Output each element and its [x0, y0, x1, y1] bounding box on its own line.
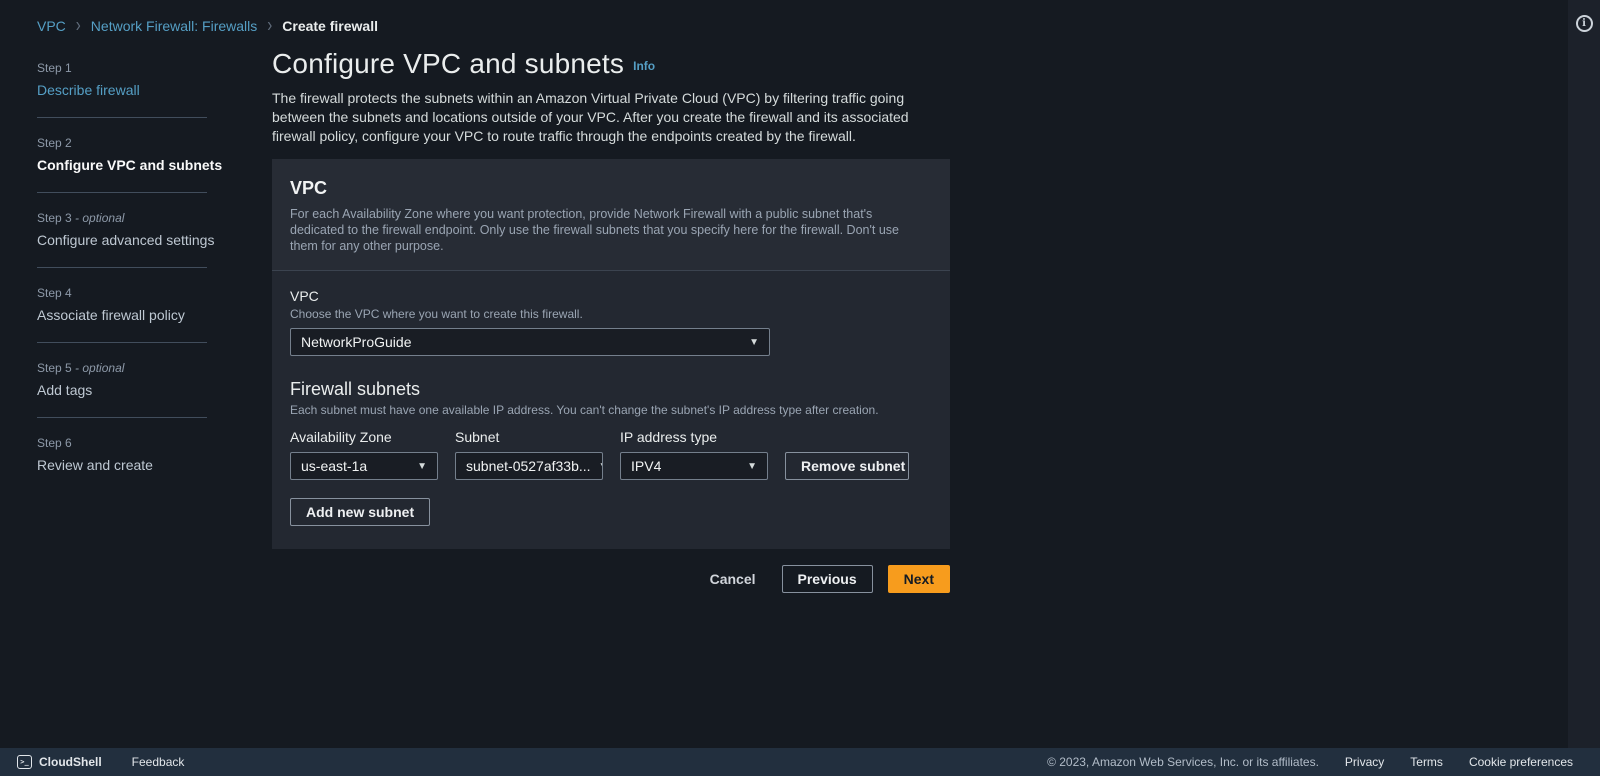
vpc-panel: VPC For each Availability Zone where you…: [272, 159, 950, 549]
breadcrumb-current: Create firewall: [282, 17, 378, 34]
page-description: The firewall protects the subnets within…: [272, 90, 909, 144]
subnet-select[interactable]: subnet-0527af33b... ▼: [455, 452, 603, 480]
step-3-advanced-settings: Step 3 - optional Configure advanced set…: [37, 211, 272, 248]
step-1-link[interactable]: Describe firewall: [37, 82, 140, 98]
tools-side-strip: i: [1568, 0, 1600, 748]
subnet-column: Subnet subnet-0527af33b... ▼: [455, 429, 603, 480]
page-title-row: Configure VPC and subnets Info: [272, 48, 950, 80]
console-footer: >_ CloudShell Feedback © 2023, Amazon We…: [0, 748, 1600, 776]
info-icon: i: [1582, 17, 1586, 29]
firewall-subnets-heading: Firewall subnets: [290, 379, 421, 399]
previous-button[interactable]: Previous: [781, 565, 873, 593]
step-label: Step 3 - optional: [37, 211, 125, 225]
step-label: Step 4: [37, 286, 72, 300]
availability-zone-select[interactable]: us-east-1a ▼: [290, 452, 438, 480]
availability-zone-value: us-east-1a: [301, 458, 368, 474]
step-label: Step 6: [37, 436, 72, 450]
chevron-down-icon: ▼: [417, 460, 427, 472]
step-5-title: Add tags: [37, 382, 93, 398]
ip-address-type-value: IPV4: [631, 458, 662, 474]
terms-link[interactable]: Terms: [1410, 755, 1443, 769]
info-link[interactable]: Info: [633, 59, 655, 73]
chevron-right-icon: ›: [267, 14, 273, 37]
wizard-steps-nav: Step 1 Describe firewall Step 2 Configur…: [37, 34, 272, 593]
vpc-panel-description: For each Availability Zone where you wan…: [290, 207, 899, 253]
step-5-add-tags: Step 5 - optional Add tags: [37, 361, 272, 398]
step-1-describe-firewall: Step 1 Describe firewall: [37, 61, 272, 98]
footer-legal: © 2023, Amazon Web Services, Inc. or its…: [1047, 755, 1583, 769]
copyright-text: © 2023, Amazon Web Services, Inc. or its…: [1047, 755, 1319, 769]
add-new-subnet-button[interactable]: Add new subnet: [290, 498, 431, 526]
vpc-select-value: NetworkProGuide: [301, 334, 412, 350]
chevron-down-icon: ▼: [599, 461, 602, 472]
main-content: Configure VPC and subnets Info The firewa…: [272, 34, 950, 593]
page-title: Configure VPC and subnets: [272, 48, 625, 79]
vpc-panel-heading: VPC: [290, 178, 328, 198]
vpc-panel-body: VPC Choose the VPC where you want to cre…: [272, 271, 950, 549]
breadcrumb-link-firewalls[interactable]: Network Firewall: Firewalls: [91, 18, 257, 34]
chevron-down-icon: ▼: [749, 336, 759, 348]
ip-address-type-label: IP address type: [620, 429, 718, 445]
step-label: Step 5 - optional: [37, 361, 125, 375]
step-3-title: Configure advanced settings: [37, 232, 215, 248]
cookie-preferences-link[interactable]: Cookie preferences: [1469, 755, 1573, 769]
step-divider: [37, 267, 207, 268]
subnet-label: Subnet: [455, 429, 500, 445]
cancel-button[interactable]: Cancel: [710, 571, 756, 587]
vpc-select[interactable]: NetworkProGuide ▼: [290, 328, 770, 356]
feedback-button[interactable]: Feedback: [132, 755, 185, 769]
privacy-link[interactable]: Privacy: [1345, 755, 1384, 769]
vpc-panel-header: VPC For each Availability Zone where you…: [272, 159, 950, 271]
step-divider: [37, 342, 207, 343]
ip-address-type-select[interactable]: IPV4 ▼: [620, 452, 768, 480]
cloudshell-icon: >_: [17, 755, 32, 769]
subnet-row: Availability Zone us-east-1a ▼ Subnet su…: [290, 429, 930, 480]
step-divider: [37, 192, 207, 193]
cloudshell-button[interactable]: >_ CloudShell: [17, 755, 102, 769]
step-2-configure-vpc-current: Step 2 Configure VPC and subnets: [37, 136, 272, 173]
step-4-title: Associate firewall policy: [37, 307, 185, 323]
breadcrumb-link-vpc[interactable]: VPC: [37, 18, 66, 34]
cloudshell-label: CloudShell: [39, 755, 102, 769]
step-divider: [37, 417, 207, 418]
info-panel-icon[interactable]: i: [1575, 15, 1593, 32]
vpc-field-description: Choose the VPC where you want to create …: [290, 307, 583, 321]
step-label: Step 2: [37, 136, 72, 150]
step-2-title: Configure VPC and subnets: [37, 157, 223, 173]
breadcrumb: VPC › Network Firewall: Firewalls › Crea…: [0, 0, 1600, 37]
step-4-associate-policy: Step 4 Associate firewall policy: [37, 286, 272, 323]
step-label: Step 1: [37, 61, 72, 75]
firewall-subnets-description: Each subnet must have one available IP a…: [290, 403, 879, 417]
chevron-down-icon: ▼: [747, 460, 757, 472]
availability-zone-column: Availability Zone us-east-1a ▼: [290, 429, 438, 480]
chevron-right-icon: ›: [75, 14, 81, 37]
next-button[interactable]: Next: [887, 565, 950, 593]
ip-address-type-column: IP address type IPV4 ▼: [620, 429, 768, 480]
subnet-value: subnet-0527af33b...: [466, 458, 591, 474]
step-divider: [37, 117, 207, 118]
vpc-field-label: VPC: [290, 288, 319, 304]
availability-zone-label: Availability Zone: [290, 429, 392, 445]
remove-subnet-button[interactable]: Remove subnet: [785, 452, 909, 480]
wizard-actions: Cancel Previous Next: [272, 565, 950, 593]
step-6-title: Review and create: [37, 457, 153, 473]
step-6-review-create: Step 6 Review and create: [37, 436, 272, 473]
